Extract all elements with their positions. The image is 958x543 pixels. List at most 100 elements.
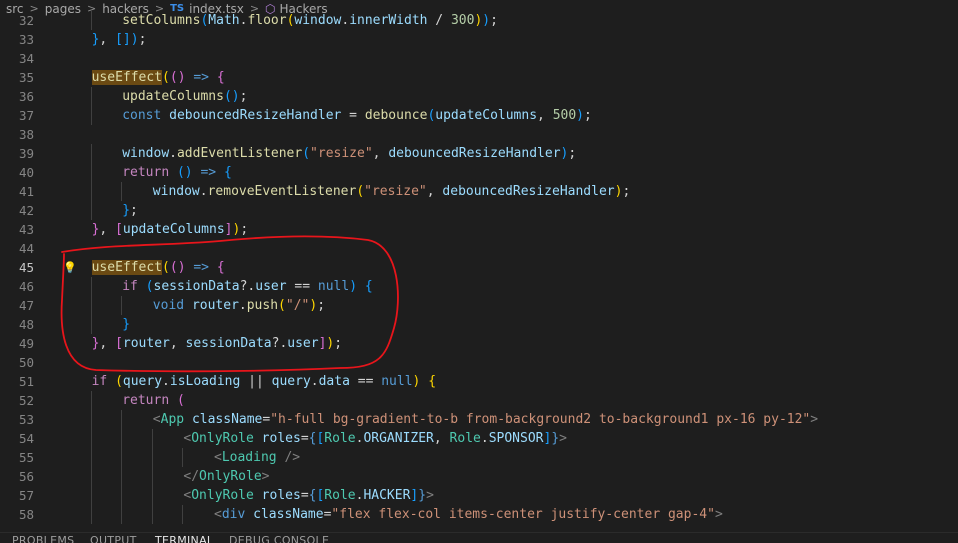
- indent-guide: [151, 467, 153, 486]
- code-line[interactable]: 34: [0, 49, 958, 68]
- code-token: innerWidth: [349, 13, 428, 28]
- code-token: >: [559, 431, 567, 446]
- code-token: OnlyRole: [191, 431, 262, 446]
- code-token: ?.: [271, 336, 288, 351]
- code-line[interactable]: 35 useEffect(() => {: [0, 68, 958, 87]
- code-line[interactable]: 48}: [0, 315, 958, 334]
- code-token: ;: [334, 336, 343, 351]
- code-token: ,: [537, 108, 553, 123]
- code-token: (): [169, 260, 186, 275]
- code-text: return () => {: [122, 163, 232, 182]
- code-line[interactable]: 41 window.removeEventListener("resize", d…: [0, 182, 958, 201]
- indent-guide: [121, 429, 123, 448]
- code-text: window.removeEventListener("resize", deb…: [153, 182, 630, 201]
- code-token: {: [428, 374, 437, 389]
- code-token: if: [91, 374, 116, 389]
- code-token: updateColumns: [435, 108, 538, 123]
- code-line[interactable]: 52 return (: [0, 391, 958, 410]
- code-text: useEffect(() => {: [91, 258, 225, 277]
- code-token: div: [221, 507, 254, 522]
- code-token: Role: [324, 431, 356, 446]
- code-text: useEffect(() => {: [91, 68, 225, 87]
- code-token: addEventListener: [176, 146, 303, 161]
- code-text: }, []);: [92, 30, 147, 49]
- code-text: const debouncedResizeHandler = debounce(…: [122, 106, 592, 125]
- code-token: OnlyRole: [199, 469, 262, 484]
- code-token: .: [480, 431, 489, 446]
- code-token: {: [223, 165, 232, 180]
- code-token: />: [284, 450, 301, 465]
- code-token: (): [223, 89, 240, 104]
- indent-guide: [151, 505, 153, 524]
- line-number: 34: [18, 51, 34, 66]
- code-token: debouncedResizeHandler: [169, 108, 342, 123]
- code-line[interactable]: 51 if (query.isLoading || query.data == n…: [0, 372, 958, 391]
- code-line[interactable]: 55 <Loading />: [0, 448, 958, 467]
- code-token: const: [122, 108, 170, 123]
- code-line[interactable]: 46 if (sessionData?.user == null) {: [0, 277, 958, 296]
- code-token: ==: [286, 279, 318, 294]
- code-line[interactable]: 38: [0, 125, 958, 144]
- code-line[interactable]: 43 }, [updateColumns]);: [0, 220, 958, 239]
- code-line[interactable]: 53 <App className="h-full bg-gradient-to-…: [0, 410, 958, 429]
- code-text: <div className="flex flex-col items-cent…: [214, 505, 723, 524]
- code-token: user: [255, 279, 287, 294]
- code-token: []: [115, 32, 131, 47]
- panel-tab-bar: PROBLEMS OUTPUT TERMINAL DEBUG CONSOLE: [0, 532, 958, 543]
- code-line[interactable]: 50: [0, 353, 958, 372]
- code-line[interactable]: 57 <OnlyRole roles={[Role.HACKER]}>: [0, 486, 958, 505]
- indent-guide: [182, 448, 184, 467]
- code-token: .: [310, 374, 319, 389]
- code-token: window: [152, 184, 200, 199]
- code-line[interactable]: 42};: [0, 201, 958, 220]
- line-number: 54: [18, 431, 34, 446]
- indent-guide: [90, 486, 92, 505]
- code-token: "/": [285, 298, 310, 313]
- code-token: OnlyRole: [191, 488, 262, 503]
- indent-guide: [121, 505, 123, 524]
- indent-guide: [90, 182, 92, 201]
- indent-guide: [90, 106, 92, 125]
- code-line[interactable]: 45 💡 useEffect(() => {: [0, 258, 958, 277]
- code-token: (: [302, 146, 311, 161]
- code-line[interactable]: 56 </OnlyRole>: [0, 467, 958, 486]
- code-token: HACKER: [363, 488, 411, 503]
- code-token: (: [115, 374, 123, 389]
- code-token: (: [162, 70, 170, 85]
- indent-guide: [90, 505, 92, 524]
- code-token: sessionData: [153, 279, 240, 294]
- indent-guide: [151, 448, 153, 467]
- code-line[interactable]: 44: [0, 239, 958, 258]
- code-text: }, [updateColumns]);: [92, 220, 249, 239]
- code-line[interactable]: 39 window.addEventListener("resize", debo…: [0, 144, 958, 163]
- line-number: 57: [18, 488, 34, 503]
- code-token: ,: [372, 146, 389, 161]
- code-line[interactable]: 33}, []);: [0, 30, 958, 49]
- code-line[interactable]: 40 return () => {: [0, 163, 958, 182]
- code-line[interactable]: 37 const debouncedResizeHandler = debounc…: [0, 106, 958, 125]
- code-token: .: [199, 184, 208, 199]
- code-token: ;: [317, 298, 326, 313]
- code-line[interactable]: 54 <OnlyRole roles={[Role.ORGANIZER, Role…: [0, 429, 958, 448]
- code-text: }, [router, sessionData?.user]);: [92, 334, 342, 353]
- code-token: /: [427, 13, 451, 28]
- code-editor[interactable]: 32 setColumns(Math.floor(window.innerWidt…: [0, 11, 958, 531]
- indent-guide: [90, 144, 92, 163]
- code-line[interactable]: 49}, [router, sessionData?.user]);: [0, 334, 958, 353]
- code-token: =>: [185, 260, 217, 275]
- code-line[interactable]: 36 updateColumns();: [0, 87, 958, 106]
- code-token: }: [122, 317, 131, 332]
- code-line[interactable]: 47 void router.push("/");: [0, 296, 958, 315]
- indent-guide: [90, 11, 92, 30]
- code-line[interactable]: 58 <div className="flex flex-col items-ce…: [0, 505, 958, 524]
- line-number: 43: [18, 222, 34, 237]
- code-token: removeEventListener: [207, 184, 357, 199]
- code-text: updateColumns();: [122, 87, 247, 106]
- code-line[interactable]: 32 setColumns(Math.floor(window.innerWidt…: [0, 11, 958, 30]
- code-text: void router.push("/");: [153, 296, 325, 315]
- line-number: 47: [18, 298, 34, 313]
- indent-guide: [90, 467, 92, 486]
- code-token: ,: [426, 184, 443, 199]
- code-token: =: [300, 488, 309, 503]
- lightbulb-icon[interactable]: 💡: [63, 258, 77, 277]
